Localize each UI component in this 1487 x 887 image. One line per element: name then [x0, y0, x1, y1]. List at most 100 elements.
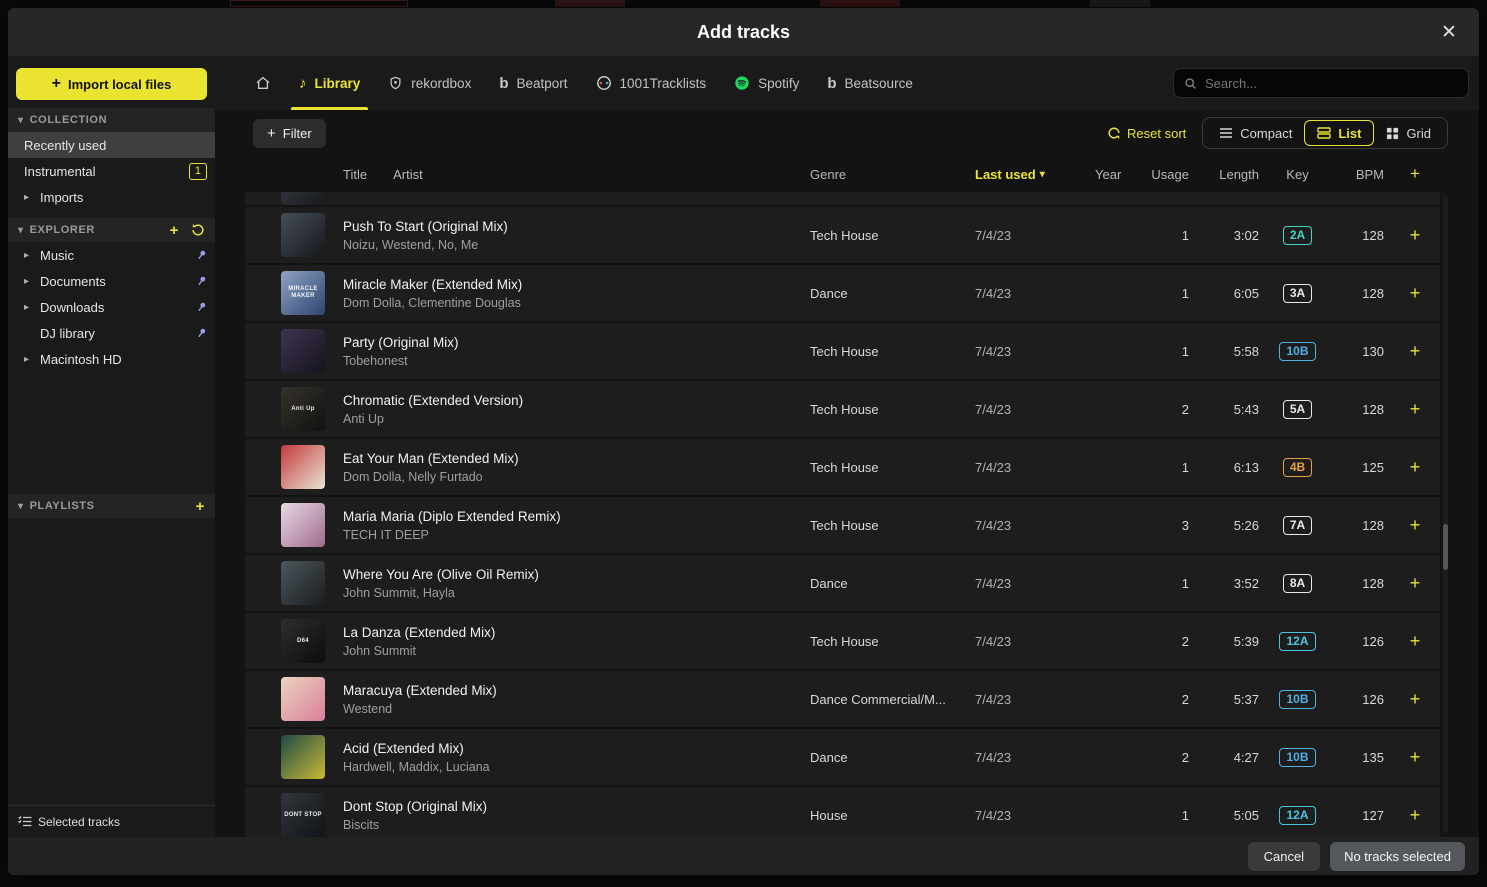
track-row[interactable]: Party (Original Mix) Tobehonest Tech Hou…: [245, 323, 1440, 379]
track-length: 5:43: [1195, 402, 1265, 417]
import-local-files-button[interactable]: + Import local files: [16, 68, 207, 100]
view-switcher: Compact List Grid: [1202, 117, 1448, 149]
add-playlist-button[interactable]: +: [196, 498, 205, 515]
track-row[interactable]: Push To Start (Original Mix) Noizu, West…: [245, 207, 1440, 263]
chevron-right-icon: ▸: [24, 250, 36, 261]
column-header-genre[interactable]: Genre: [810, 167, 975, 182]
album-art-label: [301, 465, 305, 469]
tab-library[interactable]: ♪ Library: [285, 56, 374, 110]
partial-album-art: [281, 192, 325, 205]
track-row[interactable]: Maracuya (Extended Mix) Westend Dance Co…: [245, 671, 1440, 727]
sidebar-item[interactable]: ▸ DJ library: [8, 320, 215, 346]
explorer-section-header[interactable]: ▾ EXPLORER +: [8, 218, 215, 242]
key-badge: 12A: [1279, 806, 1315, 825]
beatsource-icon: b: [827, 75, 836, 92]
sidebar-item-label: Documents: [40, 274, 106, 289]
sidebar-item[interactable]: Recently used: [8, 132, 215, 158]
track-usage: 2: [1145, 634, 1195, 649]
partially-visible-row[interactable]: [245, 192, 1440, 205]
cancel-button[interactable]: Cancel: [1248, 842, 1320, 871]
track-row[interactable]: Eat Your Man (Extended Mix) Dom Dolla, N…: [245, 439, 1440, 495]
search-input[interactable]: [1205, 76, 1458, 91]
track-usage: 2: [1145, 402, 1195, 417]
track-usage: 1: [1145, 344, 1195, 359]
playlists-section-header[interactable]: ▾ PLAYLISTS +: [8, 494, 215, 518]
sidebar-item[interactable]: ▸ Downloads: [8, 294, 215, 320]
column-header-title[interactable]: Title: [343, 167, 367, 182]
add-track-button[interactable]: +: [1401, 221, 1429, 249]
track-length: 5:58: [1195, 344, 1265, 359]
caret-down-icon: ▾: [18, 115, 24, 126]
add-track-button[interactable]: +: [1401, 627, 1429, 655]
sidebar-item[interactable]: ▸ Imports: [8, 184, 215, 210]
tab-beatsource[interactable]: b Beatsource: [813, 56, 926, 110]
tab-home[interactable]: [241, 56, 285, 110]
album-art: [281, 735, 325, 779]
filter-button[interactable]: + Filter: [253, 119, 326, 148]
scrollbar-thumb[interactable]: [1443, 524, 1448, 570]
collection-section-header[interactable]: ▾ COLLECTION: [8, 108, 215, 132]
track-row[interactable]: MIRACLE MAKER Miracle Maker (Extended Mi…: [245, 265, 1440, 321]
selected-tracks-button[interactable]: Selected tracks: [8, 805, 215, 837]
track-usage: 1: [1145, 576, 1195, 591]
column-header-year[interactable]: Year: [1095, 167, 1145, 182]
grid-view-icon: [1386, 127, 1399, 140]
add-track-button[interactable]: +: [1401, 685, 1429, 713]
column-header-usage[interactable]: Usage: [1145, 167, 1195, 182]
add-track-button[interactable]: +: [1401, 569, 1429, 597]
add-explorer-folder-button[interactable]: +: [170, 222, 179, 239]
add-track-button[interactable]: +: [1401, 743, 1429, 771]
add-track-button[interactable]: +: [1401, 801, 1429, 829]
view-compact-button[interactable]: Compact: [1207, 120, 1304, 146]
track-artist: Westend: [343, 702, 810, 716]
tab-beatport[interactable]: b Beatport: [485, 56, 581, 110]
sidebar-item[interactable]: Instrumental 1: [8, 158, 215, 184]
track-artist: John Summit: [343, 644, 810, 658]
source-tabs: ♪ Library rekordbox b Beatport: [215, 56, 1479, 110]
track-artist: Hardwell, Maddix, Luciana: [343, 760, 810, 774]
view-list-button[interactable]: List: [1304, 120, 1374, 146]
track-row[interactable]: D64 La Danza (Extended Mix) John Summit …: [245, 613, 1440, 669]
track-usage: 2: [1145, 750, 1195, 765]
track-length: 6:05: [1195, 286, 1265, 301]
add-track-button[interactable]: +: [1401, 453, 1429, 481]
track-row[interactable]: DONT STOP Dont Stop (Original Mix) Bisci…: [245, 787, 1440, 837]
reset-sort-button[interactable]: Reset sort: [1107, 126, 1186, 141]
playlists-header-label: PLAYLISTS: [30, 500, 95, 512]
pin-icon: [196, 327, 207, 339]
collection-header-label: COLLECTION: [30, 114, 108, 126]
tab-1001tracklists[interactable]: 1001Tracklists: [582, 56, 721, 110]
tab-spotify[interactable]: Spotify: [720, 56, 813, 110]
tab-rekordbox[interactable]: rekordbox: [374, 56, 485, 110]
column-header-last-used[interactable]: Last used ▾: [975, 167, 1095, 182]
track-row[interactable]: Acid (Extended Mix) Hardwell, Maddix, Lu…: [245, 729, 1440, 785]
album-art: [281, 329, 325, 373]
track-usage: 1: [1145, 228, 1195, 243]
column-header-length[interactable]: Length: [1195, 167, 1265, 182]
add-column-button[interactable]: +: [1410, 164, 1420, 184]
sidebar-item[interactable]: ▸ Macintosh HD: [8, 346, 215, 372]
sidebar-item[interactable]: ▸ Music: [8, 242, 215, 268]
track-row[interactable]: Where You Are (Olive Oil Remix) John Sum…: [245, 555, 1440, 611]
track-row[interactable]: Anti Up Chromatic (Extended Version) Ant…: [245, 381, 1440, 437]
column-header-bpm[interactable]: BPM: [1330, 167, 1390, 182]
confirm-button[interactable]: No tracks selected: [1330, 842, 1465, 871]
column-header-key[interactable]: Key: [1265, 167, 1330, 182]
view-grid-button[interactable]: Grid: [1374, 120, 1443, 146]
add-track-button[interactable]: +: [1401, 395, 1429, 423]
close-icon[interactable]: ✕: [1435, 18, 1463, 46]
scrollbar-track[interactable]: [1443, 196, 1448, 833]
add-track-button[interactable]: +: [1401, 337, 1429, 365]
key-badge: 12A: [1279, 632, 1315, 651]
track-genre: House: [810, 808, 975, 823]
track-artist: Dom Dolla, Clementine Douglas: [343, 296, 810, 310]
add-track-button[interactable]: +: [1401, 511, 1429, 539]
add-track-button[interactable]: +: [1401, 279, 1429, 307]
track-title: Push To Start (Original Mix): [343, 219, 810, 234]
sidebar-item[interactable]: ▸ Documents: [8, 268, 215, 294]
track-row[interactable]: Maria Maria (Diplo Extended Remix) TECH …: [245, 497, 1440, 553]
column-header-artist[interactable]: Artist: [393, 167, 423, 182]
track-artist: TECH IT DEEP: [343, 528, 810, 542]
refresh-icon[interactable]: [191, 223, 205, 237]
chevron-right-icon: ▸: [24, 192, 36, 203]
